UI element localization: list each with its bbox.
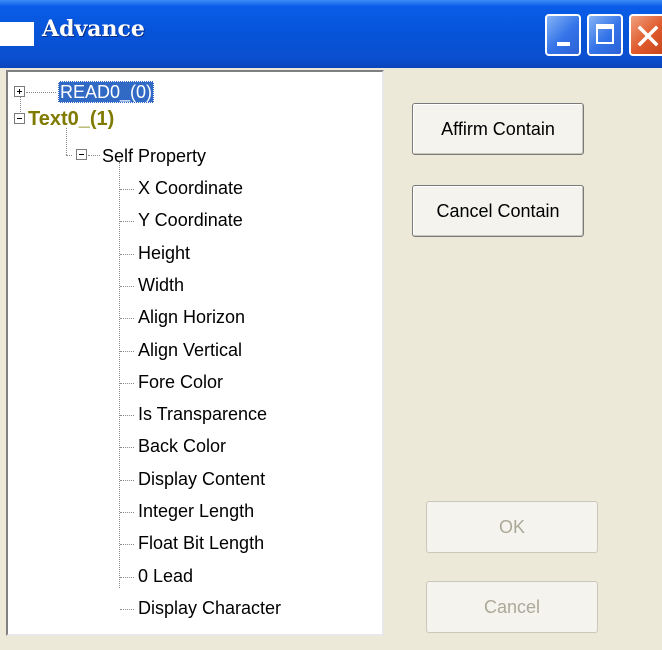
tree-connector	[120, 189, 134, 191]
tree-connector	[120, 351, 134, 353]
tree-connector	[120, 480, 134, 482]
tree-connector	[120, 318, 134, 320]
minimize-button[interactable]	[545, 14, 581, 56]
tree-property-item[interactable]: Float Bit Length	[138, 532, 264, 554]
cancel-button[interactable]: Cancel	[426, 581, 598, 633]
tree-property-item[interactable]: Integer Length	[138, 500, 254, 522]
tree-property-item[interactable]: Fore Color	[138, 371, 223, 393]
tree-connector	[66, 155, 72, 157]
tree-node-self-property[interactable]: Self Property	[102, 145, 206, 167]
tree-property-item[interactable]: Align Vertical	[138, 339, 242, 361]
tree-property-item[interactable]: Display Character	[138, 597, 281, 619]
tree-connector	[120, 221, 134, 223]
close-icon	[637, 25, 659, 47]
tree-property-item[interactable]: Align Horizon	[138, 306, 245, 328]
tree-connector	[120, 447, 134, 449]
collapse-icon[interactable]	[14, 113, 25, 124]
tree-node-read0[interactable]: READ0_(0)	[58, 81, 155, 103]
tree-property-item[interactable]: Height	[138, 242, 190, 264]
app-icon	[0, 22, 34, 46]
tree-property-item[interactable]: Is Transparence	[138, 403, 267, 425]
tree-connector	[88, 155, 100, 157]
cancel-contain-button[interactable]: Cancel Contain	[412, 185, 584, 237]
affirm-contain-button[interactable]: Affirm Contain	[412, 103, 584, 155]
tree-node-text0[interactable]: Text0_(1)	[28, 106, 114, 132]
minimize-icon	[557, 42, 570, 46]
expand-icon[interactable]	[14, 86, 25, 97]
tree-connector	[26, 92, 56, 94]
tree-property-item[interactable]: 0 Lead	[138, 565, 193, 587]
tree-property-item[interactable]: Back Color	[138, 435, 226, 457]
tree-connector	[120, 512, 134, 514]
window-title: Advance	[42, 16, 145, 42]
tree-property-item[interactable]: Display Content	[138, 468, 265, 490]
tree-connector	[120, 577, 134, 579]
tree-property-item[interactable]: Y Coordinate	[138, 209, 243, 231]
maximize-icon	[596, 24, 614, 44]
maximize-button[interactable]	[587, 14, 623, 56]
tree-connector	[120, 544, 134, 546]
title-bar[interactable]: Advance	[0, 0, 662, 68]
property-tree[interactable]: READ0_(0) Text0_(1) Self Property X Coor…	[6, 70, 384, 636]
tree-property-item[interactable]: X Coordinate	[138, 177, 243, 199]
ok-button[interactable]: OK	[426, 501, 598, 553]
tree-connector	[120, 383, 134, 385]
tree-connector	[120, 415, 134, 417]
tree-connector	[120, 609, 134, 611]
tree-property-item[interactable]: Width	[138, 274, 184, 296]
collapse-icon[interactable]	[76, 149, 87, 160]
tree-connector	[119, 162, 121, 588]
close-button[interactable]	[629, 14, 662, 56]
tree-connector	[66, 128, 68, 155]
tree-connector	[120, 286, 134, 288]
tree-connector	[120, 254, 134, 256]
